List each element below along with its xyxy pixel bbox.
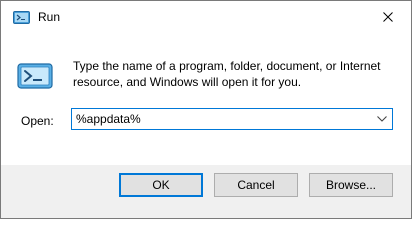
cancel-button[interactable]: Cancel <box>214 173 298 197</box>
open-combobox[interactable] <box>71 108 393 130</box>
run-icon <box>17 63 53 89</box>
ok-button[interactable]: OK <box>119 173 203 197</box>
dropdown-button[interactable] <box>372 109 392 129</box>
close-icon <box>383 11 393 22</box>
instruction-text: Type the name of a program, folder, docu… <box>73 59 381 89</box>
open-label: Open: <box>21 114 54 128</box>
title-bar[interactable]: Run <box>1 1 411 32</box>
close-button[interactable] <box>365 1 411 32</box>
browse-button[interactable]: Browse... <box>309 173 393 197</box>
chevron-down-icon <box>377 116 387 122</box>
dialog-body: Type the name of a program, folder, docu… <box>1 32 411 165</box>
window-title: Run <box>38 10 61 24</box>
run-dialog: Run Type the name of a program, folder, … <box>0 0 412 219</box>
open-input[interactable] <box>72 109 372 129</box>
button-bar: OK Cancel Browse... <box>1 165 411 218</box>
run-icon <box>13 11 30 24</box>
